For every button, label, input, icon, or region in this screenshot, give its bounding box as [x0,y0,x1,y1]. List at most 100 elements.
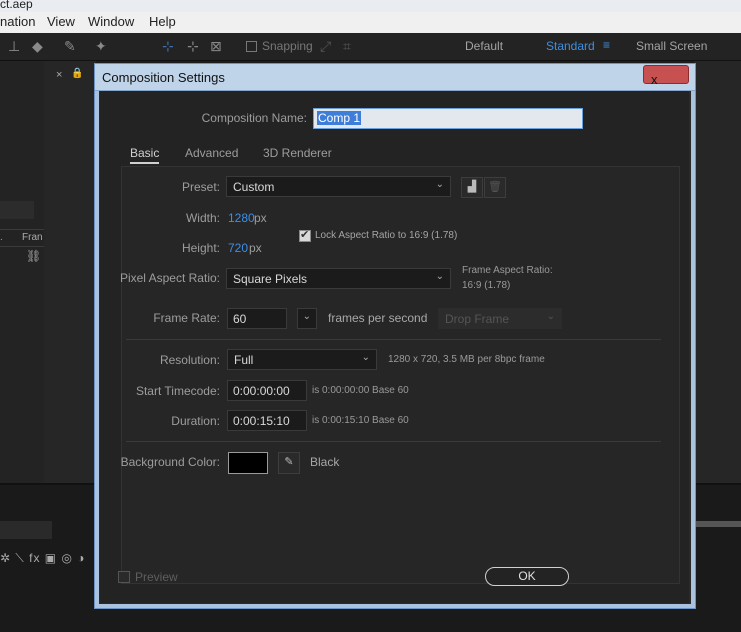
bg-color-label: Background Color: [120,455,220,469]
preset-dropdown[interactable]: Custom ⌄ [226,176,451,197]
comp-name-input[interactable]: Comp 1 [313,108,583,129]
eraser-tool-icon[interactable]: ◆ [32,38,43,55]
preview-label: Preview [135,570,178,584]
width-unit: px [254,211,267,225]
divider [126,339,661,340]
dialog-body: Composition Name: Comp 1 Basic Advanced … [100,91,689,603]
composition-settings-dialog: Composition Settings x Composition Name:… [94,63,696,609]
timeline-search-field[interactable] [0,521,52,539]
world-axis-icon[interactable]: ⊹ [187,38,199,55]
resolution-value: Full [234,353,254,367]
resolution-label: Resolution: [159,353,220,367]
pixel-aspect-dropdown[interactable]: Square Pixels ⌄ [226,268,451,289]
duration-value: 0:00:15:10 [233,414,290,428]
duration-input[interactable]: 0:00:15:10 [227,410,307,431]
chevron-down-icon: ⌄ [435,179,444,190]
tab-advanced[interactable]: Advanced [185,146,238,160]
start-timecode-label: Start Timecode: [135,384,220,398]
window-title: ct.aep [0,0,33,11]
save-preset-icon: ▟ [467,181,477,193]
bg-color-name: Black [310,455,340,469]
workspace-menu-icon[interactable]: ≡ [603,38,610,52]
dialog-title: Composition Settings [102,70,225,85]
flowchart-icon[interactable]: ⛓ [26,249,41,263]
pin-tool-icon[interactable]: ✦ [95,38,107,55]
comp-name-label: Composition Name: [201,111,307,125]
frame-aspect-value: 16:9 (1.78) [462,280,511,291]
tab-3d-renderer[interactable]: 3D Renderer [263,146,332,160]
menu-bar: nation View Window Help [0,12,741,34]
ok-button[interactable]: OK [485,567,569,586]
snap-features-icon[interactable]: ⌗ [343,38,351,55]
bg-color-swatch[interactable] [228,452,268,474]
snapping-label: Snapping [262,39,313,53]
save-preset-button[interactable]: ▟ [461,177,483,198]
close-panel-icon[interactable]: × [56,69,62,81]
snapping-checkbox[interactable] [246,41,257,52]
duration-info: is 0:00:15:10 Base 60 [312,415,409,426]
menu-view[interactable]: View [47,14,75,29]
tab-basic[interactable]: Basic [130,146,160,164]
frame-rate-dropdown[interactable]: ⌄ [297,308,317,329]
preset-value: Custom [233,180,275,194]
trash-icon: 🗑 [488,181,502,193]
roto-brush-icon[interactable]: ✎ [64,38,76,55]
workspace-default[interactable]: Default [465,39,503,53]
workspace-small-screen[interactable]: Small Screen [636,39,707,53]
timeline-scrollbar[interactable] [694,521,741,527]
close-icon: x [651,72,658,87]
workspace-standard[interactable]: Standard [546,39,595,53]
snap-edges-icon[interactable]: ⤢ [320,38,331,55]
height-label: Height: [181,241,220,255]
composition-panel: × 🔒 [44,61,96,483]
chevron-down-icon: ⌄ [435,271,444,282]
divider [126,441,661,442]
height-unit: px [249,241,262,255]
resolution-dropdown[interactable]: Full ⌄ [227,349,377,370]
eyedropper-button[interactable]: ✎ [278,452,300,474]
menu-composition[interactable]: nation [0,14,35,29]
delete-preset-button[interactable]: 🗑 [484,177,506,198]
pixel-aspect-label: Pixel Aspect Ratio: [119,271,220,285]
view-axis-icon[interactable]: ⊠ [210,38,222,55]
stamp-tool-icon[interactable]: ⊥ [8,38,20,55]
preset-label: Preset: [181,180,220,194]
local-axis-icon[interactable]: ⊹ [162,38,174,55]
duration-label: Duration: [171,414,220,428]
frame-rate-label: Frame Rate: [153,311,220,325]
menu-window[interactable]: Window [88,14,134,29]
start-timecode-value: 0:00:00:00 [233,384,290,398]
settings-tab-panel [121,166,680,584]
frame-aspect-label: Frame Aspect Ratio: [462,265,553,276]
lock-icon[interactable]: 🔒 [71,68,83,79]
eyedropper-icon: ✎ [284,456,294,468]
close-button[interactable]: x [643,65,689,87]
lock-aspect-checkbox[interactable] [299,228,311,242]
comp-name-value: Comp 1 [317,111,362,125]
layer-switches-icons[interactable]: ✲ ⟍ fx ▣ ◎ ◑ [0,551,86,566]
project-panel: . Fran ⛓ [0,61,45,483]
ok-label: OK [518,569,536,583]
chevron-down-icon: ⌄ [546,311,555,322]
drop-frame-dropdown: Drop Frame ⌄ [438,308,562,329]
lock-aspect-label: Lock Aspect Ratio to 16:9 (1.78) [315,230,458,241]
column-header-a[interactable]: . [0,232,3,243]
start-timecode-info: is 0:00:00:00 Base 60 [312,385,409,396]
width-label: Width: [185,211,220,225]
pixel-aspect-value: Square Pixels [233,272,308,286]
chevron-down-icon: ⌄ [302,311,311,322]
height-value[interactable]: 720 [228,241,248,255]
column-header-frame[interactable]: Fran [22,232,43,243]
frame-rate-input[interactable]: 60 [227,308,287,329]
project-search-field[interactable] [0,201,34,219]
resolution-info: 1280 x 720, 3.5 MB per 8bpc frame [388,354,545,365]
right-panel [694,61,741,483]
chevron-down-icon: ⌄ [361,352,370,363]
preview-checkbox[interactable] [118,571,130,583]
fps-label: frames per second [328,311,428,325]
start-timecode-input[interactable]: 0:00:00:00 [227,380,307,401]
width-value[interactable]: 1280 [228,211,255,225]
drop-frame-label: Drop Frame [445,312,510,326]
menu-help[interactable]: Help [149,14,176,29]
dialog-title-bar: Composition Settings x [95,64,695,91]
